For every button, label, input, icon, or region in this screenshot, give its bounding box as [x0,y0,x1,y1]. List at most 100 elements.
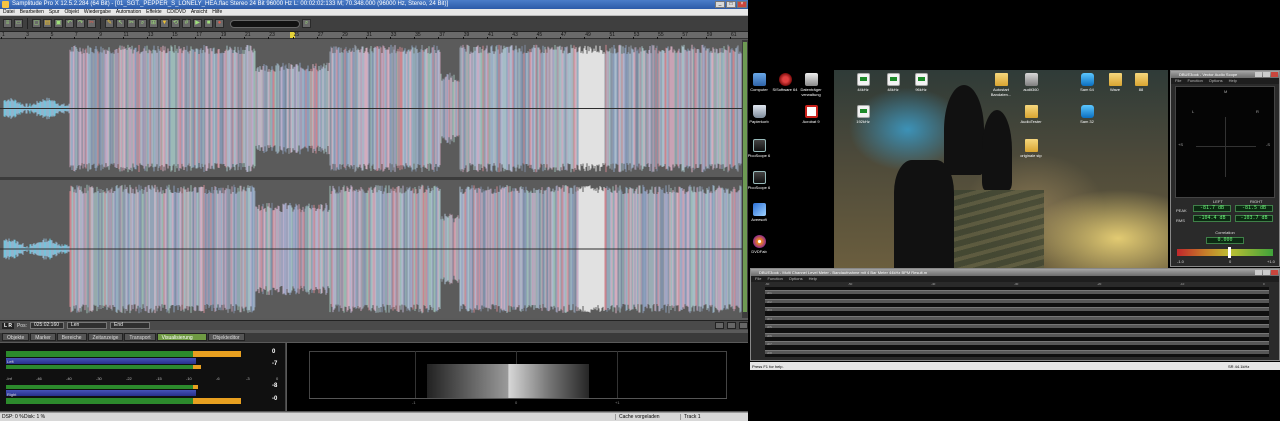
pos-field[interactable]: 025:02:160 [29,322,64,329]
menu-wiedergabe[interactable]: Wiedergabe [84,9,111,15]
menu-cddvd[interactable]: CD/DVD [167,9,186,15]
minimize-button[interactable] [1255,270,1262,275]
maximize-button[interactable] [1263,270,1270,275]
range-icon[interactable]: ▭ [14,19,23,28]
zoom-out-button[interactable] [727,322,736,329]
stop-icon[interactable]: ■ [204,19,213,28]
menu-help[interactable]: Help [809,276,817,282]
desktop-icon[interactable]: 192kHz [846,105,880,124]
level-meter-row: ch5 [765,324,1269,329]
track-right-channel[interactable] [0,180,742,318]
desktop-icon[interactable]: audit360 [1014,73,1048,92]
avee-icon [752,203,766,216]
lr-toggle[interactable]: L R [2,322,14,329]
tab-transport[interactable]: Transport [124,333,156,341]
tab-visualisierung[interactable]: Visualisierung [156,333,207,341]
maximize-button[interactable]: □ [726,1,736,8]
desktop-icon[interactable]: Papierkorb [742,105,776,124]
left-meter-label: Left [7,359,14,364]
tab-bereiche[interactable]: Bereiche [56,333,87,341]
redo-icon[interactable]: ↷ [76,19,85,28]
tab-marker[interactable]: Marker [30,333,56,341]
menu-help[interactable]: Help [1229,78,1237,84]
search-field[interactable] [230,19,300,28]
menu-automation[interactable]: Automation [116,9,141,15]
menu-objekt[interactable]: Objekt [64,9,78,15]
menu-ansicht[interactable]: Ansicht [191,9,207,15]
ruler-tick: 23 [268,32,275,39]
timeline-ruler[interactable]: 1 3 5 7 9 11 13 15 17 19 21 23 25 27 29 31 33 35 37 39 41 43 4… [0,32,748,39]
minimize-button[interactable] [1255,72,1262,77]
menu-datei[interactable]: Datei [3,9,15,15]
zoom-fit-button[interactable] [715,322,724,329]
new-icon[interactable]: ▢ [32,19,41,28]
mixer-icon[interactable]: ≡ [3,19,12,28]
end-field[interactable]: End [109,322,150,329]
right-peak-top: -8 [272,383,278,389]
desktop-icon[interactable]: 44kHz [846,73,880,92]
desktop-icon[interactable]: AudioTester [1014,105,1048,124]
record-icon[interactable]: ● [215,19,224,28]
desktop-icon[interactable]: DVDFab [742,235,776,254]
desktop-icon-label: PicoScope 6 [747,185,771,190]
marker-icon[interactable]: ▼ [160,19,169,28]
menu-effekte[interactable]: Effekte [146,9,161,15]
samplitude-icon [1080,105,1094,118]
tab-zeitanzeige[interactable]: Zeitanzeige [87,333,124,341]
desktop-icon[interactable]: PicoScope 6 [742,171,776,190]
desktop-icon[interactable]: PicoScope 6 [742,139,776,158]
desktop-icon[interactable]: 96kHz [904,73,938,92]
menu-bearbeiten[interactable]: Bearbeiten [20,9,44,15]
desktop-icon[interactable]: 88 [1124,73,1158,92]
desktop-icon[interactable]: Datenträger verwaltung [794,73,828,97]
len-field[interactable]: Len [66,322,107,329]
ruler-tick: 27 [316,32,324,39]
menu-hilfe[interactable]: Hilfe [212,9,222,15]
desktop-icon-label: Papierkorb [749,119,769,124]
close-button[interactable] [1271,72,1278,77]
zoom-in-button[interactable] [739,322,748,329]
toolbar-separator [100,18,101,29]
play-icon[interactable]: ▶ [193,19,202,28]
menu-file[interactable]: File [755,276,761,282]
waveform-right[interactable] [0,180,742,318]
waveform-left[interactable] [0,40,742,177]
desktop-icon[interactable]: Sam 32 [1070,105,1104,124]
cut-icon[interactable]: ✂ [87,19,96,28]
grid-icon[interactable]: # [182,19,191,28]
level-meter-scale-tick: -60 [765,282,770,286]
samplitude-titlebar[interactable]: Samplitude Pro X 12.5.2.284 (64 Bit) - [… [0,0,748,9]
desktop-icon[interactable]: Autostart Bandaten... [984,73,1018,97]
scissors-icon[interactable]: ✂ [127,19,136,28]
track-left-channel[interactable] [0,40,742,177]
menu-options[interactable]: Options [789,276,803,282]
desktop-icon[interactable]: originale stp [1014,139,1048,158]
menu-function[interactable]: Function [1187,78,1202,84]
ruler-tick: 33 [389,32,397,39]
maximize-button[interactable] [1263,72,1270,77]
pointer-icon[interactable]: ↖ [116,19,125,28]
desktop-wallpaper [834,70,1168,268]
menu-options[interactable]: Options [1209,78,1223,84]
level-meter-titlebar[interactable]: DBUE3ook - Multi Channel Level Meter - B… [751,269,1279,276]
menu-file[interactable]: File [1175,78,1181,84]
close-button[interactable]: × [737,1,747,8]
save-icon[interactable]: ▣ [54,19,63,28]
pencil-icon[interactable]: ✎ [105,19,114,28]
menu-function[interactable]: Function [767,276,782,282]
minimize-button[interactable]: _ [715,1,725,8]
level-meter-row: ch2 [765,298,1269,304]
zoom-icon[interactable]: ⌕ [138,19,147,28]
close-button[interactable] [1271,270,1278,275]
desktop-icon[interactable]: Aveesoft [742,203,776,222]
undo-icon[interactable]: ↶ [65,19,74,28]
open-folder-icon[interactable]: ▤ [43,19,52,28]
menu-spur[interactable]: Spur [49,9,60,15]
search-icon[interactable]: ⌕ [302,19,311,28]
vector-scope-titlebar[interactable]: DBUE3ook - Vector Audio Scope [1171,71,1279,78]
tab-objekteditor[interactable]: Objekteditor [207,333,245,341]
snap-icon[interactable]: ⊞ [149,19,158,28]
desktop-icon[interactable]: Acrobat 9 [794,105,828,124]
loop-icon[interactable]: ⟲ [171,19,180,28]
tab-objekte[interactable]: Objekte [2,333,30,341]
